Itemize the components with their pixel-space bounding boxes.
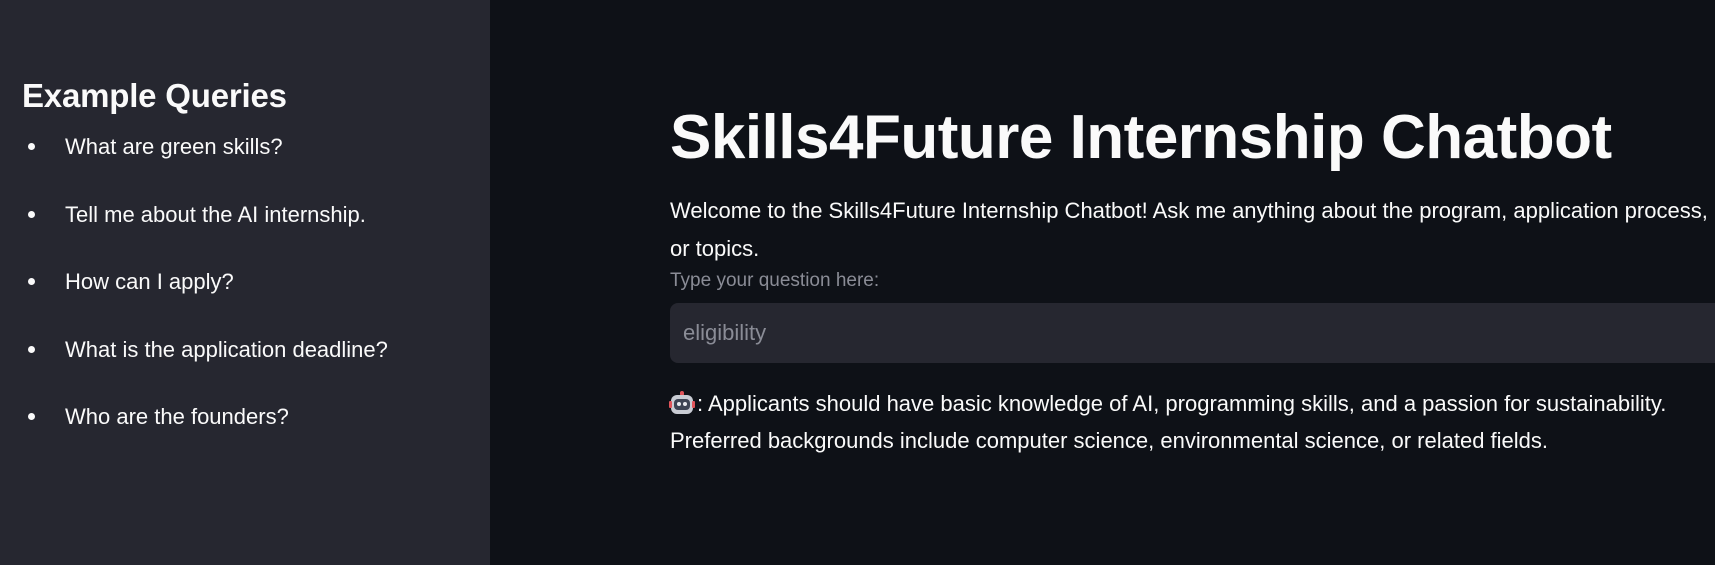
bot-answer: : Applicants should have basic knowledge… <box>669 385 1715 459</box>
example-query-item: What is the application deadline? <box>22 335 468 403</box>
example-query-text: Tell me about the AI internship. <box>65 201 366 227</box>
page-title: Skills4Future Internship Chatbot <box>670 103 1612 172</box>
sidebar-title: Example Queries <box>22 77 287 114</box>
example-query-item: How can I apply? <box>22 267 468 335</box>
question-input-label: Type your question here: <box>670 270 880 291</box>
welcome-text: Welcome to the Skills4Future Internship … <box>670 198 1708 261</box>
example-query-text: What are green skills? <box>65 134 283 159</box>
sidebar: Example Queries What are green skills? T… <box>0 0 490 565</box>
example-query-list: What are green skills? Tell me about the… <box>22 132 468 470</box>
example-query-item: Tell me about the AI internship. <box>22 200 468 268</box>
robot-icon <box>669 391 695 415</box>
bullet-icon <box>28 278 35 285</box>
example-query-text: Who are the founders? <box>65 404 289 429</box>
bot-answer-text: : Applicants should have basic knowledge… <box>670 391 1667 453</box>
bullet-icon <box>28 210 35 218</box>
bullet-icon <box>28 143 35 150</box>
example-query-text: What is the application deadline? <box>65 336 388 362</box>
main-content: Skills4Future Internship Chatbot Welcome… <box>490 0 1715 565</box>
example-query-text: How can I apply? <box>65 269 234 294</box>
example-query-item: What are green skills? <box>22 132 468 200</box>
example-query-item: Who are the founders? <box>22 402 468 470</box>
bullet-icon <box>28 345 35 353</box>
app-root: Example Queries What are green skills? T… <box>0 0 1715 565</box>
bullet-icon <box>28 413 35 420</box>
question-input[interactable] <box>670 303 1715 363</box>
